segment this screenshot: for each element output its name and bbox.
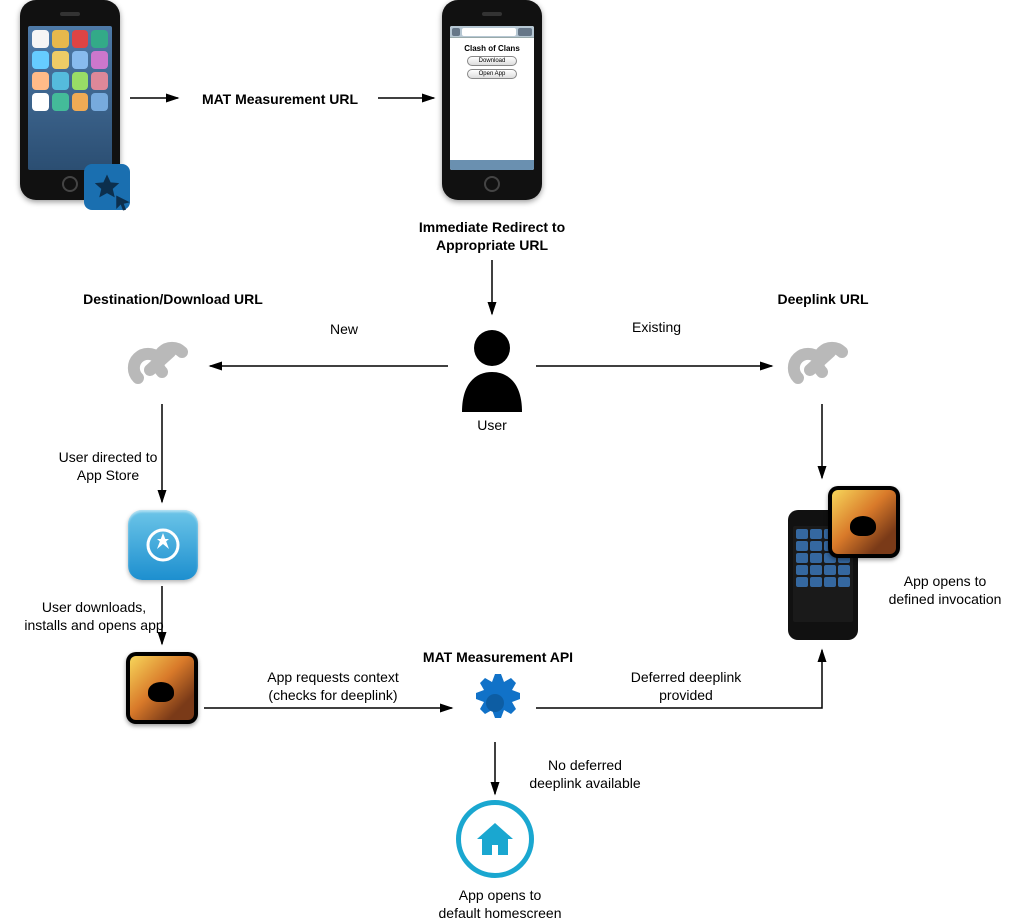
phone-browser: Clash of Clans Download Open App xyxy=(442,0,542,200)
mat-api-label: MAT Measurement API xyxy=(408,648,588,666)
mat-url-label: MAT Measurement URL xyxy=(180,90,380,108)
browser-download-button[interactable]: Download xyxy=(467,56,517,66)
deeplink-url-label: Deeplink URL xyxy=(768,290,878,308)
to-app-store-label: User directed to App Store xyxy=(48,448,168,484)
no-deferred-label: No deferred deeplink available xyxy=(520,756,650,792)
deferred-provided-label: Deferred deeplink provided xyxy=(606,668,766,704)
phone-homescreen xyxy=(20,0,120,200)
house-icon xyxy=(456,800,534,878)
star-cursor-icon xyxy=(84,164,130,210)
request-context-label: App requests context (checks for deeplin… xyxy=(248,668,418,704)
browser-page-title: Clash of Clans xyxy=(454,44,530,53)
gear-icon xyxy=(460,668,530,738)
destination-link-icon xyxy=(120,330,200,400)
user-icon xyxy=(452,322,532,412)
game-app-icon-right xyxy=(828,486,900,558)
install-label: User downloads, installs and opens app xyxy=(14,598,174,634)
branch-existing-label: Existing xyxy=(632,318,681,336)
destination-url-label: Destination/Download URL xyxy=(68,290,278,308)
branch-new-label: New xyxy=(330,320,358,338)
open-invocation-label: App opens to defined invocation xyxy=(880,572,1010,608)
browser-open-app-button[interactable]: Open App xyxy=(467,69,517,79)
deeplink-link-icon xyxy=(780,330,860,400)
game-app-icon-left xyxy=(126,652,198,724)
app-store-icon xyxy=(128,510,198,580)
redirect-label: Immediate Redirect to Appropriate URL xyxy=(402,218,582,254)
user-label: User xyxy=(472,416,512,434)
